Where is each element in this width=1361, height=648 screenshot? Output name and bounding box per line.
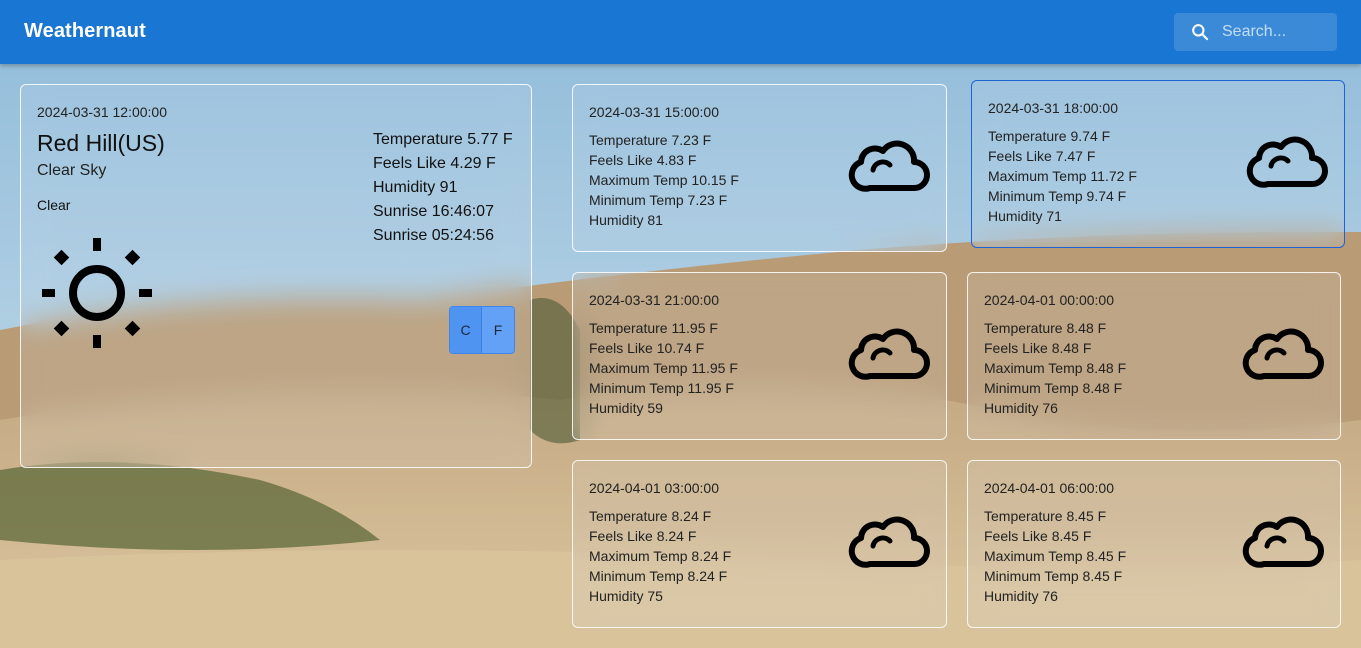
forecast-max-temp: Maximum Temp 8.24 F [589,548,732,564]
forecast-humidity: Humidity 75 [589,588,663,604]
forecast-temperature: Temperature 9.74 F [988,128,1111,144]
forecast-max-temp: Maximum Temp 11.95 F [589,360,738,376]
forecast-details: Temperature 8.45 F Feels Like 8.45 F Max… [984,506,1126,606]
forecast-temperature: Temperature 8.48 F [984,320,1107,336]
forecast-temperature: Temperature 11.95 F [589,320,718,336]
forecast-min-temp: Minimum Temp 9.74 F [988,188,1127,204]
cloud-icon [848,328,930,380]
stat-sunset: Sunrise 05:24:56 [373,227,494,244]
search-icon [1192,24,1209,41]
forecast-datetime: 2024-03-31 21:00:00 [589,292,719,308]
sun-icon [42,238,152,348]
forecast-min-temp: Minimum Temp 8.45 F [984,568,1123,584]
stat-sunrise: Sunrise 16:46:07 [373,203,494,220]
forecast-details: Temperature 9.74 F Feels Like 7.47 F Max… [988,126,1137,226]
forecast-card[interactable]: 2024-04-01 03:00:00 Temperature 8.24 F F… [572,460,947,628]
forecast-feels-like: Feels Like 7.47 F [988,148,1096,164]
forecast-details: Temperature 7.23 F Feels Like 4.83 F Max… [589,130,739,230]
forecast-temperature: Temperature 8.24 F [589,508,712,524]
search-input[interactable] [1222,13,1332,51]
unit-celsius-button[interactable]: C [450,307,483,353]
weather-main: Clear [37,197,71,213]
unit-fahrenheit-button[interactable]: F [482,307,514,353]
forecast-details: Temperature 8.48 F Feels Like 8.48 F Max… [984,318,1126,418]
forecast-details: Temperature 11.95 F Feels Like 10.74 F M… [589,318,738,418]
forecast-feels-like: Feels Like 8.24 F [589,528,697,544]
forecast-datetime: 2024-04-01 03:00:00 [589,480,719,496]
cloud-icon [1246,136,1328,188]
forecast-min-temp: Minimum Temp 11.95 F [589,380,734,396]
forecast-temperature: Temperature 7.23 F [589,132,712,148]
forecast-humidity: Humidity 76 [984,588,1058,604]
forecast-feels-like: Feels Like 8.48 F [984,340,1092,356]
cloud-icon [1242,328,1324,380]
forecast-card[interactable]: 2024-03-31 21:00:00 Temperature 11.95 F … [572,272,947,440]
forecast-min-temp: Minimum Temp 8.24 F [589,568,728,584]
forecast-card[interactable]: 2024-04-01 00:00:00 Temperature 8.48 F F… [967,272,1341,440]
forecast-datetime: 2024-03-31 18:00:00 [988,100,1118,116]
forecast-humidity: Humidity 76 [984,400,1058,416]
forecast-datetime: 2024-04-01 00:00:00 [984,292,1114,308]
current-stats: Temperature 5.77 F Feels Like 4.29 F Hum… [373,128,513,248]
forecast-temperature: Temperature 8.45 F [984,508,1107,524]
forecast-max-temp: Maximum Temp 8.48 F [984,360,1127,376]
weather-description: Clear Sky [37,162,107,179]
forecast-card[interactable]: 2024-04-01 06:00:00 Temperature 8.45 F F… [967,460,1341,628]
forecast-min-temp: Minimum Temp 7.23 F [589,192,728,208]
app-bar: Weathernaut [0,0,1361,64]
forecast-humidity: Humidity 59 [589,400,663,416]
forecast-feels-like: Feels Like 10.74 F [589,340,705,356]
cloud-icon [848,140,930,192]
app-title: Weathernaut [24,20,146,42]
cloud-icon [848,516,930,568]
current-weather-card[interactable]: 2024-03-31 12:00:00 Red Hill(US) Clear S… [20,84,532,468]
forecast-details: Temperature 8.24 F Feels Like 8.24 F Max… [589,506,731,606]
forecast-datetime: 2024-04-01 06:00:00 [984,480,1114,496]
forecast-max-temp: Maximum Temp 11.72 F [988,168,1137,184]
forecast-max-temp: Maximum Temp 8.45 F [984,548,1127,564]
stat-feels-like: Feels Like 4.29 F [373,155,496,172]
forecast-humidity: Humidity 81 [589,212,663,228]
city-name: Red Hill(US) [37,130,165,156]
forecast-card-selected[interactable]: 2024-03-31 18:00:00 Temperature 9.74 F F… [971,80,1345,248]
forecast-max-temp: Maximum Temp 10.15 F [589,172,739,188]
unit-toggle[interactable]: C F [449,306,515,354]
forecast-card[interactable]: 2024-03-31 15:00:00 Temperature 7.23 F F… [572,84,947,252]
forecast-humidity: Humidity 71 [988,208,1062,224]
cloud-icon [1242,516,1324,568]
stat-humidity: Humidity 91 [373,179,458,196]
forecast-datetime: 2024-03-31 15:00:00 [589,104,719,120]
search-box[interactable] [1174,13,1337,51]
forecast-min-temp: Minimum Temp 8.48 F [984,380,1123,396]
forecast-feels-like: Feels Like 4.83 F [589,152,697,168]
current-datetime: 2024-03-31 12:00:00 [37,104,167,120]
forecast-feels-like: Feels Like 8.45 F [984,528,1092,544]
stat-temperature: Temperature 5.77 F [373,131,513,148]
